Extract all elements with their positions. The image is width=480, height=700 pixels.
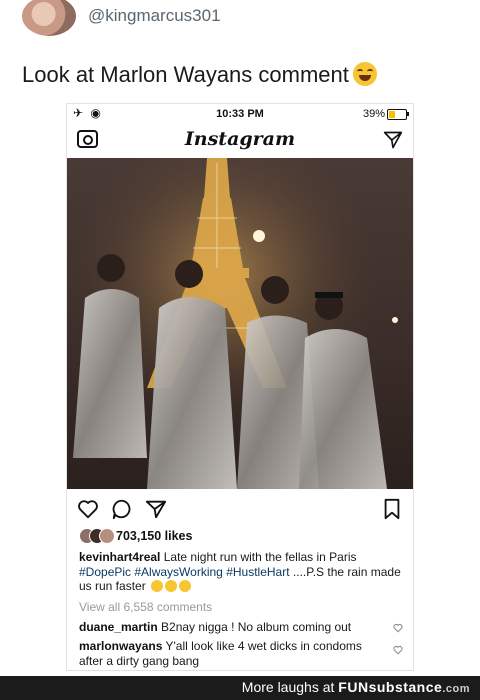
watermark-text: More laughs at FUNsubstance.com: [242, 679, 470, 695]
comment-text: B2nay nigga ! No album coming out: [161, 620, 352, 634]
heart-icon[interactable]: [393, 623, 403, 633]
view-all-comments-link[interactable]: View all 6,558 comments: [79, 600, 212, 614]
hashtag[interactable]: #HustleHart: [226, 565, 289, 579]
caption-user[interactable]: kevinhart4real: [79, 550, 160, 564]
brand-part: FUN: [338, 679, 369, 695]
laughing-emoji-icon: [179, 580, 192, 592]
comment-user[interactable]: marlonwayans: [79, 639, 162, 653]
post-caption: kevinhart4real Late night run with the f…: [79, 550, 405, 594]
likes-label: 703,150 likes: [116, 529, 193, 543]
instagram-screenshot: ✈ ◉ 10:33 PM 39% Instagram 703,150 likes…: [67, 104, 413, 670]
direct-message-icon[interactable]: [383, 130, 403, 150]
heart-icon[interactable]: [393, 645, 403, 655]
laughing-emoji-icon: [151, 580, 164, 592]
comment: marlonwayans Y'all look like 4 wet dicks…: [79, 639, 379, 668]
comment-icon[interactable]: [111, 498, 133, 520]
likes-count[interactable]: 703,150 likes: [79, 528, 193, 544]
avatar: [99, 528, 115, 544]
comment: duane_martin B2nay nigga ! No album comi…: [79, 620, 379, 635]
hashtag[interactable]: #DopePic: [79, 565, 131, 579]
post-photo[interactable]: [67, 158, 413, 489]
hashtag[interactable]: #AlwaysWorking: [134, 565, 222, 579]
caption-text: Late night run with the fellas in Paris: [163, 550, 357, 564]
avatar[interactable]: [22, 0, 76, 36]
brand-part: substance: [368, 679, 443, 695]
battery-icon: [387, 109, 409, 120]
watermark-brand: FUNsubstance.com: [338, 679, 470, 695]
instagram-nav: Instagram: [67, 124, 413, 158]
tweet-text: Look at Marlon Wayans comment: [22, 62, 377, 88]
comment-user[interactable]: duane_martin: [79, 620, 158, 634]
battery-fill: [389, 111, 395, 118]
laughing-emoji-icon: [352, 62, 377, 86]
brand-part: .com: [442, 683, 470, 695]
watermark-bar: More laughs at FUNsubstance.com: [0, 676, 480, 700]
bookmark-icon[interactable]: [381, 498, 403, 520]
app-title: Instagram: [184, 128, 296, 150]
watermark-prefix: More laughs at: [241, 679, 335, 695]
tweet-handle[interactable]: @kingmarcus301: [88, 6, 221, 26]
status-bar: ✈ ◉ 10:33 PM 39%: [67, 104, 413, 124]
tweet-text-content: Look at Marlon Wayans comment: [22, 62, 349, 87]
battery-percent: 39%: [362, 108, 385, 120]
status-time: 10:33 PM: [216, 108, 264, 120]
tweet-header: @kingmarcus301: [0, 0, 480, 44]
share-icon[interactable]: [145, 498, 167, 520]
liker-avatars: [79, 528, 115, 544]
post-actions: [67, 496, 413, 522]
laughing-emoji-icon: [165, 580, 178, 592]
heart-icon[interactable]: [77, 498, 99, 520]
